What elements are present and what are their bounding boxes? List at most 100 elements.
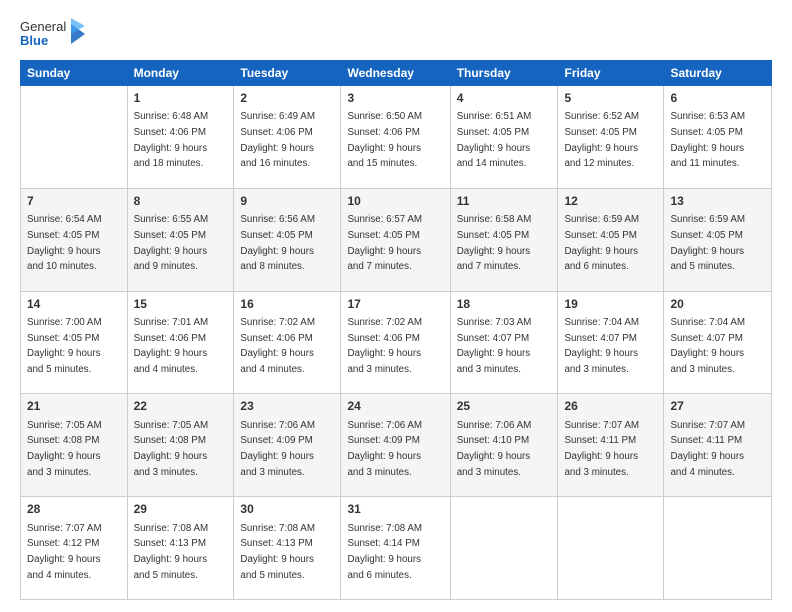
day-info: Sunrise: 7:02 AM Sunset: 4:06 PM Dayligh… [240, 317, 315, 375]
day-number: 1 [134, 90, 228, 107]
day-number: 2 [240, 90, 334, 107]
day-number: 10 [347, 193, 443, 210]
day-number: 7 [27, 193, 121, 210]
day-info: Sunrise: 7:04 AM Sunset: 4:07 PM Dayligh… [670, 317, 745, 375]
day-info: Sunrise: 6:59 AM Sunset: 4:05 PM Dayligh… [564, 214, 639, 272]
day-info: Sunrise: 7:07 AM Sunset: 4:11 PM Dayligh… [670, 420, 745, 478]
logo-chevron-icon [69, 18, 87, 50]
day-info: Sunrise: 7:01 AM Sunset: 4:06 PM Dayligh… [134, 317, 209, 375]
day-number: 11 [457, 193, 552, 210]
day-info: Sunrise: 7:08 AM Sunset: 4:14 PM Dayligh… [347, 523, 422, 581]
calendar-cell [664, 497, 772, 600]
day-info: Sunrise: 7:06 AM Sunset: 4:09 PM Dayligh… [347, 420, 422, 478]
calendar-cell: 18 Sunrise: 7:03 AM Sunset: 4:07 PM Dayli… [450, 291, 558, 394]
calendar-cell: 25Sunrise: 7:06 AM Sunset: 4:10 PM Dayli… [450, 394, 558, 497]
calendar-cell: 16 Sunrise: 7:02 AM Sunset: 4:06 PM Dayli… [234, 291, 341, 394]
calendar-cell: 10 Sunrise: 6:57 AM Sunset: 4:05 PM Dayli… [341, 188, 450, 291]
day-info: Sunrise: 7:07 AM Sunset: 4:11 PM Dayligh… [564, 420, 639, 478]
day-info: Sunrise: 6:55 AM Sunset: 4:05 PM Dayligh… [134, 214, 209, 272]
weekday-header-sunday: Sunday [21, 61, 128, 86]
week-row-5: 28Sunrise: 7:07 AM Sunset: 4:12 PM Dayli… [21, 497, 772, 600]
day-info: Sunrise: 7:05 AM Sunset: 4:08 PM Dayligh… [27, 420, 102, 478]
day-number: 14 [27, 296, 121, 313]
day-info: Sunrise: 7:06 AM Sunset: 4:09 PM Dayligh… [240, 420, 315, 478]
weekday-header-friday: Friday [558, 61, 664, 86]
day-number: 23 [240, 398, 334, 415]
calendar-cell [558, 497, 664, 600]
weekday-header-thursday: Thursday [450, 61, 558, 86]
weekday-header-wednesday: Wednesday [341, 61, 450, 86]
day-number: 17 [347, 296, 443, 313]
calendar-cell: 1 Sunrise: 6:48 AM Sunset: 4:06 PM Daylig… [127, 86, 234, 189]
day-number: 9 [240, 193, 334, 210]
day-info: Sunrise: 7:03 AM Sunset: 4:07 PM Dayligh… [457, 317, 532, 375]
day-info: Sunrise: 7:08 AM Sunset: 4:13 PM Dayligh… [240, 523, 315, 581]
day-info: Sunrise: 7:02 AM Sunset: 4:06 PM Dayligh… [347, 317, 422, 375]
weekday-header-row: SundayMondayTuesdayWednesdayThursdayFrid… [21, 61, 772, 86]
logo-text: General Blue [20, 18, 87, 50]
day-info: Sunrise: 6:51 AM Sunset: 4:05 PM Dayligh… [457, 111, 532, 169]
logo-blue: Blue [20, 34, 66, 48]
day-info: Sunrise: 6:57 AM Sunset: 4:05 PM Dayligh… [347, 214, 422, 272]
day-number: 21 [27, 398, 121, 415]
page-header: General Blue [20, 18, 772, 50]
calendar-cell: 23 Sunrise: 7:06 AM Sunset: 4:09 PM Dayli… [234, 394, 341, 497]
day-info: Sunrise: 7:04 AM Sunset: 4:07 PM Dayligh… [564, 317, 639, 375]
calendar-cell: 24 Sunrise: 7:06 AM Sunset: 4:09 PM Dayli… [341, 394, 450, 497]
day-number: 13 [670, 193, 765, 210]
calendar-cell: 31 Sunrise: 7:08 AM Sunset: 4:14 PM Dayli… [341, 497, 450, 600]
day-info: Sunrise: 7:08 AM Sunset: 4:13 PM Dayligh… [134, 523, 209, 581]
calendar-cell [21, 86, 128, 189]
calendar-cell: 29 Sunrise: 7:08 AM Sunset: 4:13 PM Dayli… [127, 497, 234, 600]
day-info: Sunrise: 6:50 AM Sunset: 4:06 PM Dayligh… [347, 111, 422, 169]
day-info: Sunrise: 6:49 AM Sunset: 4:06 PM Dayligh… [240, 111, 315, 169]
calendar-cell: 14Sunrise: 7:00 AM Sunset: 4:05 PM Dayli… [21, 291, 128, 394]
calendar-cell: 4Sunrise: 6:51 AM Sunset: 4:05 PM Daylig… [450, 86, 558, 189]
calendar-cell: 12Sunrise: 6:59 AM Sunset: 4:05 PM Dayli… [558, 188, 664, 291]
day-info: Sunrise: 6:48 AM Sunset: 4:06 PM Dayligh… [134, 111, 209, 169]
day-info: Sunrise: 6:59 AM Sunset: 4:05 PM Dayligh… [670, 214, 745, 272]
calendar-cell: 30 Sunrise: 7:08 AM Sunset: 4:13 PM Dayli… [234, 497, 341, 600]
weekday-header-tuesday: Tuesday [234, 61, 341, 86]
calendar-cell: 27 Sunrise: 7:07 AM Sunset: 4:11 PM Dayli… [664, 394, 772, 497]
day-number: 30 [240, 501, 334, 518]
calendar-cell: 26Sunrise: 7:07 AM Sunset: 4:11 PM Dayli… [558, 394, 664, 497]
day-info: Sunrise: 6:56 AM Sunset: 4:05 PM Dayligh… [240, 214, 315, 272]
day-number: 20 [670, 296, 765, 313]
calendar-table: SundayMondayTuesdayWednesdayThursdayFrid… [20, 60, 772, 600]
weekday-header-monday: Monday [127, 61, 234, 86]
calendar-cell: 15 Sunrise: 7:01 AM Sunset: 4:06 PM Dayli… [127, 291, 234, 394]
calendar-cell: 2 Sunrise: 6:49 AM Sunset: 4:06 PM Daylig… [234, 86, 341, 189]
calendar-cell: 5Sunrise: 6:52 AM Sunset: 4:05 PM Daylig… [558, 86, 664, 189]
day-info: Sunrise: 6:54 AM Sunset: 4:05 PM Dayligh… [27, 214, 102, 272]
calendar-cell [450, 497, 558, 600]
day-number: 16 [240, 296, 334, 313]
day-number: 3 [347, 90, 443, 107]
day-number: 18 [457, 296, 552, 313]
day-number: 8 [134, 193, 228, 210]
logo: General Blue [20, 18, 87, 50]
day-number: 15 [134, 296, 228, 313]
calendar-cell: 21 Sunrise: 7:05 AM Sunset: 4:08 PM Dayli… [21, 394, 128, 497]
day-info: Sunrise: 6:53 AM Sunset: 4:05 PM Dayligh… [670, 111, 745, 169]
day-number: 31 [347, 501, 443, 518]
day-info: Sunrise: 6:58 AM Sunset: 4:05 PM Dayligh… [457, 214, 532, 272]
day-number: 6 [670, 90, 765, 107]
day-number: 27 [670, 398, 765, 415]
day-number: 19 [564, 296, 657, 313]
day-number: 24 [347, 398, 443, 415]
week-row-3: 14Sunrise: 7:00 AM Sunset: 4:05 PM Dayli… [21, 291, 772, 394]
calendar-cell: 9 Sunrise: 6:56 AM Sunset: 4:05 PM Daylig… [234, 188, 341, 291]
logo-general: General [20, 20, 66, 34]
day-info: Sunrise: 7:06 AM Sunset: 4:10 PM Dayligh… [457, 420, 532, 478]
calendar-cell: 28Sunrise: 7:07 AM Sunset: 4:12 PM Dayli… [21, 497, 128, 600]
day-info: Sunrise: 7:05 AM Sunset: 4:08 PM Dayligh… [134, 420, 209, 478]
day-number: 29 [134, 501, 228, 518]
calendar-cell: 11 Sunrise: 6:58 AM Sunset: 4:05 PM Dayli… [450, 188, 558, 291]
day-info: Sunrise: 7:07 AM Sunset: 4:12 PM Dayligh… [27, 523, 102, 581]
calendar-cell: 19 Sunrise: 7:04 AM Sunset: 4:07 PM Dayli… [558, 291, 664, 394]
calendar-cell: 6 Sunrise: 6:53 AM Sunset: 4:05 PM Daylig… [664, 86, 772, 189]
calendar-cell: 20 Sunrise: 7:04 AM Sunset: 4:07 PM Dayli… [664, 291, 772, 394]
day-info: Sunrise: 6:52 AM Sunset: 4:05 PM Dayligh… [564, 111, 639, 169]
day-number: 22 [134, 398, 228, 415]
